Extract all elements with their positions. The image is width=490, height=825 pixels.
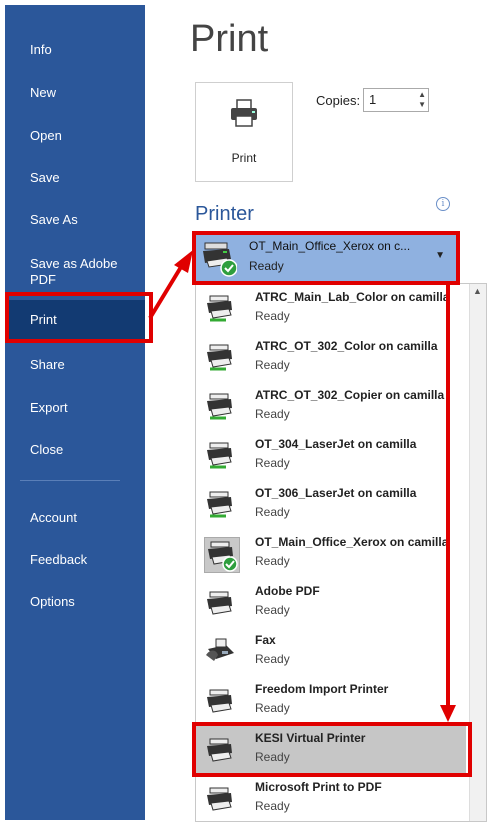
sidebar-item-account[interactable]: Account bbox=[5, 498, 145, 538]
copies-value[interactable]: 1 bbox=[369, 92, 376, 107]
printer-list-item[interactable]: OT_Main_Office_Xerox on camilla Ready bbox=[196, 529, 466, 578]
sidebar-divider bbox=[20, 480, 120, 481]
spinner-arrows-icon[interactable]: ▲ ▼ bbox=[418, 90, 426, 110]
annotation-arrow-line bbox=[148, 265, 183, 320]
printer-icon bbox=[207, 787, 232, 811]
printer-status: Ready bbox=[255, 309, 290, 323]
printer-list-item[interactable]: Freedom Import Printer Ready bbox=[196, 676, 466, 725]
default-printer-icon bbox=[204, 537, 240, 573]
printer-status: Ready bbox=[255, 701, 290, 715]
sidebar-item-label: Account bbox=[30, 510, 77, 525]
copies-stepper[interactable]: 1 ▲ ▼ bbox=[363, 88, 429, 112]
printer-status: Ready bbox=[255, 799, 290, 813]
print-button[interactable]: Print bbox=[195, 82, 293, 182]
printer-list-item[interactable]: OT_306_LaserJet on camilla Ready bbox=[196, 480, 466, 529]
printer-icon bbox=[231, 99, 257, 127]
printer-status: Ready bbox=[255, 456, 290, 470]
printer-list-item[interactable]: OT_304_LaserJet on camilla Ready bbox=[196, 431, 466, 480]
sidebar-item-label: Options bbox=[30, 594, 75, 609]
sidebar-item-label: Save As bbox=[30, 212, 78, 227]
sidebar-item-label: New bbox=[30, 85, 57, 100]
sidebar-item-label: Info bbox=[30, 42, 52, 57]
printer-status: Ready bbox=[255, 603, 290, 617]
info-icon[interactable]: i bbox=[436, 197, 450, 211]
sidebar-item-save[interactable]: Save bbox=[5, 158, 145, 198]
copies-label: Copies: bbox=[316, 93, 361, 108]
printer-name: OT_Main_Office_Xerox on camilla bbox=[255, 535, 449, 549]
sidebar-item-new[interactable]: New bbox=[5, 73, 145, 113]
printer-list-item[interactable]: ATRC_Main_Lab_Color on camilla Ready bbox=[196, 284, 466, 333]
printer-list-item[interactable]: ATRC_OT_302_Color on camilla Ready bbox=[196, 333, 466, 382]
printer-name: ATRC_OT_302_Copier on camilla bbox=[255, 388, 445, 402]
scroll-up-icon[interactable]: ▲ bbox=[473, 286, 482, 296]
printer-name: OT_306_LaserJet on camilla bbox=[255, 486, 417, 500]
backstage-sidebar: Info New Open Save Save As Save as Adobe… bbox=[5, 5, 145, 820]
printer-status: Ready bbox=[255, 407, 290, 421]
printer-name: Freedom Import Printer bbox=[255, 682, 389, 696]
annotation-arrowhead bbox=[174, 250, 193, 273]
printer-icon bbox=[207, 689, 232, 713]
network-printer-icon bbox=[207, 393, 232, 420]
printer-name: Fax bbox=[255, 633, 276, 647]
network-printer-icon bbox=[207, 442, 232, 469]
sidebar-item-feedback[interactable]: Feedback bbox=[5, 540, 145, 580]
sidebar-item-save-as-adobe-pdf[interactable]: Save as Adobe PDF bbox=[5, 247, 145, 297]
sidebar-item-open[interactable]: Open bbox=[5, 116, 145, 156]
printer-name: Microsoft Print to PDF bbox=[255, 780, 382, 794]
print-button-label: Print bbox=[231, 151, 257, 165]
sidebar-item-export[interactable]: Export bbox=[5, 388, 145, 428]
annotation-box-printer bbox=[192, 231, 460, 285]
annotation-box-print bbox=[5, 292, 153, 343]
printer-name: Adobe PDF bbox=[255, 584, 320, 598]
sidebar-item-label: Feedback bbox=[30, 552, 88, 567]
sidebar-item-close[interactable]: Close bbox=[5, 430, 145, 470]
sidebar-item-label: Share bbox=[30, 357, 65, 372]
printer-list-item[interactable]: Fax Ready bbox=[196, 627, 466, 676]
printer-list-item[interactable]: ATRC_OT_302_Copier on camilla Ready bbox=[196, 382, 466, 431]
sidebar-item-options[interactable]: Options bbox=[5, 582, 145, 622]
sidebar-item-label: Save as Adobe PDF bbox=[30, 256, 118, 287]
annotation-box-kesi bbox=[192, 722, 472, 777]
sidebar-item-label: Close bbox=[30, 442, 64, 457]
printer-status: Ready bbox=[255, 652, 290, 666]
printer-status: Ready bbox=[255, 554, 290, 568]
printer-section-title: Printer bbox=[195, 203, 254, 225]
printer-name: ATRC_OT_302_Color on camilla bbox=[255, 339, 438, 353]
sidebar-item-label: Save bbox=[30, 170, 60, 185]
printer-name: ATRC_Main_Lab_Color on camilla bbox=[255, 290, 450, 304]
page-title: Print bbox=[190, 18, 269, 60]
sidebar-item-share[interactable]: Share bbox=[5, 345, 145, 385]
sidebar-item-label: Open bbox=[30, 128, 62, 143]
network-printer-icon bbox=[207, 344, 232, 371]
fax-icon bbox=[206, 638, 234, 661]
sidebar-item-save-as[interactable]: Save As bbox=[5, 200, 145, 240]
printer-status: Ready bbox=[255, 505, 290, 519]
printer-list-item[interactable]: Adobe PDF Ready bbox=[196, 578, 466, 627]
sidebar-item-info[interactable]: Info bbox=[5, 30, 145, 70]
network-printer-icon bbox=[207, 491, 232, 518]
printer-list-item[interactable]: Microsoft Print to PDF Ready bbox=[196, 774, 466, 821]
sidebar-item-label: Export bbox=[30, 400, 68, 415]
network-printer-icon bbox=[207, 295, 232, 322]
printer-name: OT_304_LaserJet on camilla bbox=[255, 437, 417, 451]
printer-status: Ready bbox=[255, 358, 290, 372]
printer-icon bbox=[207, 591, 232, 615]
